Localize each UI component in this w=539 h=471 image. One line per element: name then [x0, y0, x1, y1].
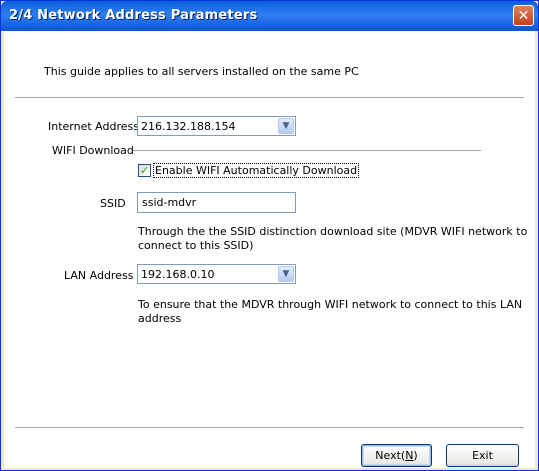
- ssid-note-line-1: Through the the SSID distinction downloa…: [138, 225, 528, 238]
- wizard-content: This guide applies to all servers instal…: [4, 31, 535, 468]
- title-bar[interactable]: 2/4 Network Address Parameters ✕: [1, 1, 538, 31]
- bottom-divider: [15, 427, 524, 429]
- enable-wifi-checkbox[interactable]: ✓: [138, 164, 151, 177]
- ssid-value: ssid-mdvr: [142, 196, 197, 209]
- ssid-note-line-2: connect to this SSID): [138, 239, 254, 252]
- top-divider: [15, 97, 524, 99]
- wifi-group-divider: [133, 150, 481, 152]
- ssid-label: SSID: [100, 197, 126, 210]
- internet-address-label: Internet Address: [48, 120, 139, 133]
- ssid-note: Through the the SSID distinction downloa…: [138, 225, 527, 253]
- next-button-label: Next(N): [375, 449, 418, 462]
- exit-button-label: Exit: [472, 449, 493, 462]
- lan-address-value: 192.168.0.10: [141, 268, 215, 281]
- chevron-down-icon[interactable]: ▼: [278, 266, 294, 282]
- internet-address-value: 216.132.188.154: [141, 120, 236, 133]
- lan-note-line-1: To ensure that the MDVR through WIFI net…: [138, 298, 523, 311]
- lan-address-note: To ensure that the MDVR through WIFI net…: [138, 298, 522, 326]
- close-icon: ✕: [517, 7, 530, 24]
- lan-note-line-2: address: [138, 312, 182, 325]
- close-button[interactable]: ✕: [513, 5, 534, 26]
- window-title: 2/4 Network Address Parameters: [9, 8, 258, 23]
- exit-button[interactable]: Exit: [446, 444, 519, 467]
- enable-wifi-label[interactable]: Enable WIFI Automatically Download: [153, 163, 360, 178]
- intro-text: This guide applies to all servers instal…: [44, 65, 359, 78]
- internet-address-combo[interactable]: 216.132.188.154 ▼: [137, 116, 296, 136]
- lan-address-combo[interactable]: 192.168.0.10 ▼: [137, 264, 296, 284]
- wifi-download-group-label: WIFI Download: [52, 144, 134, 157]
- ssid-input[interactable]: ssid-mdvr: [137, 192, 296, 213]
- wizard-window: 2/4 Network Address Parameters ✕ This gu…: [0, 0, 539, 471]
- lan-address-label: LAN Address: [64, 269, 134, 282]
- checkmark-icon: ✓: [139, 164, 150, 177]
- next-button[interactable]: Next(N): [361, 444, 432, 467]
- chevron-down-icon[interactable]: ▼: [278, 118, 294, 134]
